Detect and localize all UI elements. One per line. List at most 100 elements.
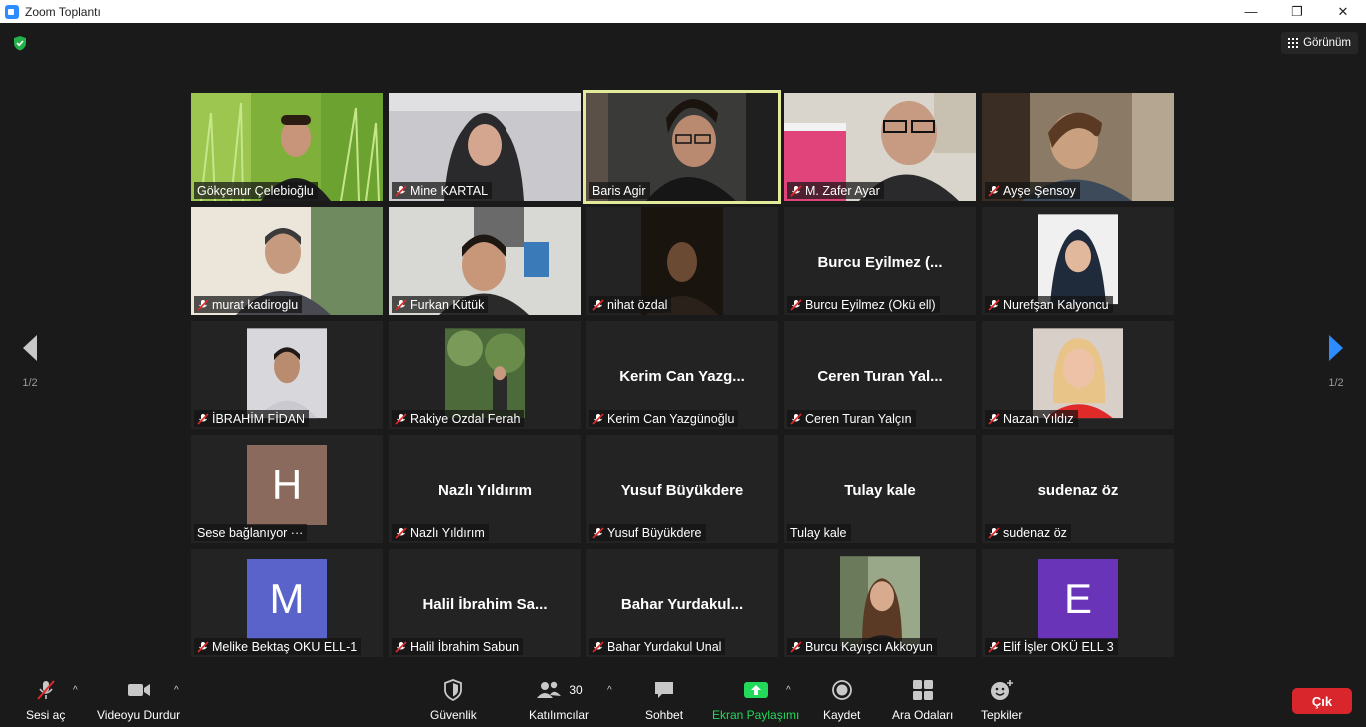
participant-name-label: murat kadiroglu bbox=[194, 296, 303, 313]
zoom-app-icon bbox=[5, 4, 19, 19]
participant-name-label: Ceren Turan Yalçın bbox=[787, 410, 916, 427]
participant-name-label: nihat özdal bbox=[589, 296, 672, 313]
participant-name-label: sudenaz öz bbox=[985, 524, 1071, 541]
participant-name-label: Rakiye Ozdal Ferah bbox=[392, 410, 525, 427]
muted-mic-icon bbox=[790, 298, 802, 311]
security-label: Güvenlik bbox=[430, 708, 477, 722]
participants-button[interactable]: 30 Katılımcılar bbox=[529, 678, 589, 722]
participant-name: Rakiye Ozdal Ferah bbox=[410, 411, 521, 426]
right-arrow-icon[interactable] bbox=[1326, 333, 1346, 363]
participant-tile[interactable]: Burcu Kayışcı Akkoyun bbox=[784, 549, 976, 657]
stop-video-label: Videoyu Durdur bbox=[97, 708, 181, 722]
participant-display-name: Burcu Eyilmez (... bbox=[817, 254, 943, 271]
participants-icon bbox=[537, 681, 562, 698]
leave-meeting-button[interactable]: Çık bbox=[1292, 688, 1352, 714]
participant-name-label: M. Zafer Ayar bbox=[787, 182, 884, 199]
participant-tile[interactable]: Nazlı Yıldırım Nazlı Yıldırım bbox=[389, 435, 581, 543]
participants-label: Katılımcılar bbox=[529, 708, 590, 722]
participant-tile[interactable]: Ayşe Şensoy bbox=[982, 93, 1174, 201]
participant-profile-photo bbox=[247, 328, 327, 419]
audio-options-caret-icon[interactable]: ^ bbox=[73, 685, 78, 696]
participant-name: Kerim Can Yazgünoğlu bbox=[607, 411, 735, 426]
participant-name: sudenaz öz bbox=[1003, 525, 1067, 540]
chat-label: Sohbet bbox=[645, 708, 684, 722]
participant-name: Nurefşan Kalyoncu bbox=[1003, 297, 1109, 312]
unmute-button[interactable]: Sesi aç bbox=[26, 678, 65, 722]
security-button[interactable]: Güvenlik bbox=[430, 678, 477, 722]
view-button[interactable]: Görünüm bbox=[1281, 32, 1358, 54]
share-options-caret-icon[interactable]: ^ bbox=[786, 685, 791, 696]
muted-mic-icon bbox=[395, 640, 407, 653]
participant-name-label: Nurefşan Kalyoncu bbox=[985, 296, 1113, 313]
participant-tile[interactable]: Yusuf Büyükdere Yusuf Büyükdere bbox=[586, 435, 778, 543]
muted-mic-icon bbox=[988, 526, 1000, 539]
participant-name: Melike Bektaş OKU ELL-1 bbox=[212, 639, 358, 654]
participant-tile[interactable]: M Melike Bektaş OKU ELL-1 bbox=[191, 549, 383, 657]
muted-mic-icon bbox=[395, 184, 407, 197]
participant-name-label: Gökçenur Çelebioğlu bbox=[194, 182, 318, 199]
participant-tile[interactable]: Gökçenur Çelebioğlu bbox=[191, 93, 383, 201]
breakout-rooms-button[interactable]: Ara Odaları bbox=[892, 678, 953, 722]
participant-name-label: Kerim Can Yazgünoğlu bbox=[589, 410, 739, 427]
muted-mic-icon bbox=[988, 184, 1000, 197]
participants-options-caret-icon[interactable]: ^ bbox=[607, 685, 612, 696]
participant-tile[interactable]: Nazan Yıldız bbox=[982, 321, 1174, 429]
participant-name-label: Melike Bektaş OKU ELL-1 bbox=[194, 638, 362, 655]
participant-tile[interactable]: Mine KARTAL bbox=[389, 93, 581, 201]
participant-tile[interactable]: Furkan Kütük bbox=[389, 207, 581, 315]
participant-name-label: Elif İşler OKÜ ELL 3 bbox=[985, 638, 1118, 655]
video-options-caret-icon[interactable]: ^ bbox=[174, 685, 179, 696]
muted-mic-icon bbox=[790, 412, 802, 425]
participant-tile[interactable]: Nurefşan Kalyoncu bbox=[982, 207, 1174, 315]
participant-name-label: Mine KARTAL bbox=[392, 182, 493, 199]
window-controls: — ❐ ✕ bbox=[1228, 0, 1366, 23]
participant-tile[interactable]: H Sese bağlanıyor ··· bbox=[191, 435, 383, 543]
participant-display-name: Kerim Can Yazg... bbox=[619, 368, 745, 385]
muted-mic-icon bbox=[988, 298, 1000, 311]
participant-tile[interactable]: Halil İbrahim Sa... Halil İbrahim Sabun bbox=[389, 549, 581, 657]
participant-tile[interactable]: Bahar Yurdakul... Bahar Yurdakul Unal bbox=[586, 549, 778, 657]
muted-mic-icon bbox=[790, 640, 802, 653]
meeting-area: Görünüm 1/2 1/2 Gökçenur Çelebioğlu Mine… bbox=[0, 23, 1366, 670]
next-page-nav[interactable]: 1/2 bbox=[1306, 333, 1366, 453]
close-button[interactable]: ✕ bbox=[1320, 0, 1366, 23]
participant-display-name: Ceren Turan Yal... bbox=[817, 368, 943, 385]
participant-tile[interactable]: nihat özdal bbox=[586, 207, 778, 315]
participant-name: Tulay kale bbox=[790, 525, 847, 540]
restore-button[interactable]: ❐ bbox=[1274, 0, 1320, 23]
participant-tile-active-speaker[interactable]: Baris Agir bbox=[583, 90, 781, 204]
record-button[interactable]: Kaydet bbox=[823, 678, 860, 722]
participant-tile[interactable]: Ceren Turan Yal... Ceren Turan Yalçın bbox=[784, 321, 976, 429]
minimize-button[interactable]: — bbox=[1228, 0, 1274, 23]
encryption-shield-icon[interactable] bbox=[12, 35, 28, 51]
participant-tile[interactable]: sudenaz öz sudenaz öz bbox=[982, 435, 1174, 543]
participant-tile[interactable]: Tulay kale Tulay kale bbox=[784, 435, 976, 543]
participant-tile[interactable]: M. Zafer Ayar bbox=[784, 93, 976, 201]
participant-tile[interactable]: Kerim Can Yazg... Kerim Can Yazgünoğlu bbox=[586, 321, 778, 429]
participant-tile[interactable]: Burcu Eyilmez (... Burcu Eyilmez (Okü el… bbox=[784, 207, 976, 315]
participant-tile[interactable]: E Elif İşler OKÜ ELL 3 bbox=[982, 549, 1174, 657]
left-arrow-icon[interactable] bbox=[20, 333, 40, 363]
participants-count: 30 bbox=[569, 683, 583, 697]
participant-name: Halil İbrahim Sabun bbox=[410, 639, 520, 654]
share-screen-label: Ekran Paylaşımı bbox=[712, 708, 800, 722]
muted-mic-icon bbox=[592, 412, 604, 425]
prev-page-nav[interactable]: 1/2 bbox=[0, 333, 60, 453]
page-indicator-left: 1/2 bbox=[22, 377, 38, 389]
participant-tile[interactable]: Rakiye Ozdal Ferah bbox=[389, 321, 581, 429]
muted-mic-icon bbox=[197, 640, 209, 653]
breakout-rooms-icon bbox=[912, 680, 933, 700]
participant-name-label: Nazan Yıldız bbox=[985, 410, 1078, 427]
participant-tile[interactable]: murat kadiroglu bbox=[191, 207, 383, 315]
participant-tile[interactable]: İBRAHİM FİDAN bbox=[191, 321, 383, 429]
view-button-label: Görünüm bbox=[1303, 37, 1351, 49]
muted-mic-icon bbox=[592, 526, 604, 539]
chat-button[interactable]: Sohbet bbox=[645, 678, 683, 722]
reactions-button[interactable]: Tepkiler bbox=[981, 678, 1022, 722]
stop-video-button[interactable]: Videoyu Durdur bbox=[97, 678, 180, 722]
grid-icon bbox=[1288, 38, 1299, 48]
participant-profile-photo bbox=[840, 556, 920, 647]
participant-name: murat kadiroglu bbox=[212, 297, 299, 312]
title-bar: Zoom Toplantı — ❐ ✕ bbox=[0, 0, 1366, 23]
participant-name: Gökçenur Çelebioğlu bbox=[197, 183, 314, 198]
